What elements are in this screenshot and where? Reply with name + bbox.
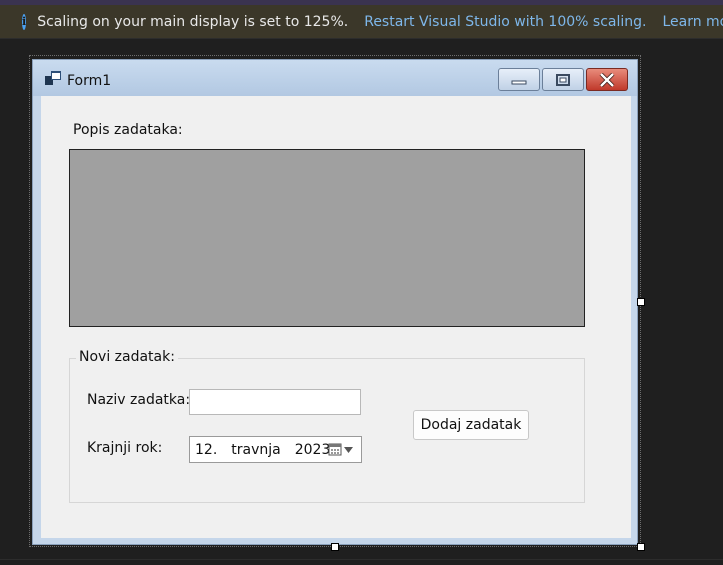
task-name-label: Naziv zadatka: [87, 392, 191, 408]
form-title: Form1 [67, 73, 112, 89]
form-window[interactable]: Form1 Popis zadataka: Novi zadatak: Nazi… [32, 59, 638, 545]
list-label: Popis zadataka: [73, 122, 183, 138]
group-label: Novi zadatak: [76, 349, 178, 365]
form-client-area: Popis zadataka: Novi zadatak: Naziv zada… [41, 96, 631, 538]
maximize-icon [556, 73, 570, 86]
form-titlebar[interactable]: Form1 [33, 60, 637, 96]
learn-more-link[interactable]: Learn more... [662, 14, 723, 30]
date-day: 12. [195, 441, 218, 458]
task-listbox[interactable] [69, 149, 585, 327]
maximize-button[interactable] [542, 68, 584, 91]
date-month: travnja [231, 441, 281, 458]
close-icon [599, 72, 615, 87]
resize-handle-bottom[interactable] [331, 543, 339, 551]
minimize-icon [511, 80, 527, 84]
designer-top-divider [0, 38, 723, 39]
designer-bottom-divider [0, 559, 723, 560]
info-icon: i [22, 13, 27, 30]
calendar-dropdown-button[interactable] [328, 441, 356, 458]
task-name-input[interactable] [189, 389, 361, 415]
infobar-message: Scaling on your main display is set to 1… [37, 13, 349, 30]
dropdown-arrow-icon [344, 446, 353, 453]
scaling-infobar: i Scaling on your main display is set to… [0, 5, 723, 38]
resize-handle-corner[interactable] [637, 543, 645, 551]
close-button[interactable] [586, 68, 628, 91]
add-task-button[interactable]: Dodaj zadatak [413, 410, 529, 440]
deadline-datepicker[interactable]: 12. travnja 2023. [189, 436, 362, 463]
form-icon [45, 71, 61, 85]
restart-scaling-link[interactable]: Restart Visual Studio with 100% scaling. [364, 14, 646, 30]
deadline-label: Krajnji rok: [87, 440, 163, 456]
calendar-icon [328, 443, 342, 456]
minimize-button[interactable] [498, 68, 540, 91]
resize-handle-right[interactable] [637, 298, 645, 306]
